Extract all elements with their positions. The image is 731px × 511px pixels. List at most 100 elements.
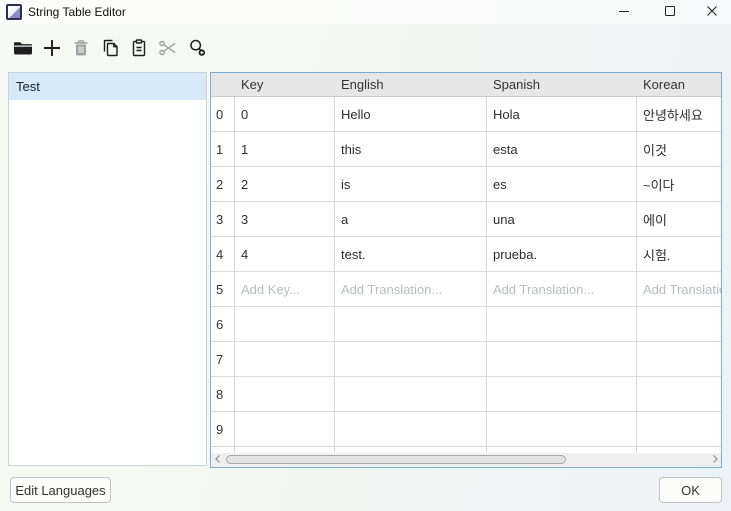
table-cell[interactable]: es [487,167,637,201]
close-icon [706,4,718,22]
string-table: KeyEnglishSpanishKorean 00HelloHola안녕하세요… [210,72,722,468]
table-cell[interactable]: this [335,132,487,166]
table-cell[interactable]: 에이 [637,202,722,236]
table-cell[interactable] [487,342,637,376]
table-cell[interactable]: una [487,202,637,236]
plus-icon [42,38,62,58]
scroll-right-button[interactable] [708,453,721,467]
table-row: 7 [211,342,722,377]
row-header[interactable]: 1 [211,132,235,166]
row-header[interactable]: 7 [211,342,235,376]
table-cell[interactable] [235,377,335,411]
table-cell[interactable] [487,412,637,446]
table-cell[interactable] [637,307,722,341]
table-cell[interactable]: 이것 [637,132,722,166]
paste-button[interactable] [129,36,149,60]
row-header[interactable]: 0 [211,97,235,131]
table-cell[interactable]: ~이다 [637,167,722,201]
table-cell[interactable] [487,307,637,341]
maximize-icon [664,4,676,22]
table-cell[interactable]: a [335,202,487,236]
row-header[interactable]: 5 [211,272,235,306]
table-row: 22ises~이다 [211,167,722,202]
table-cell[interactable] [235,307,335,341]
delete-button[interactable] [71,36,91,60]
ok-button[interactable]: OK [659,477,722,503]
table-cell[interactable]: prueba. [487,237,637,271]
table-row: 9 [211,412,722,447]
open-button[interactable] [13,36,33,60]
table-row: 44test.prueba.시험. [211,237,722,272]
copy-icon [100,38,120,58]
table-cell[interactable]: 3 [235,202,335,236]
table-row: 33auna에이 [211,202,722,237]
table-cell[interactable]: 1 [235,132,335,166]
edit-languages-label: Edit Languages [15,483,105,498]
table-row: 5Add Key...Add Translation...Add Transla… [211,272,722,307]
table-cell[interactable]: is [335,167,487,201]
table-cell[interactable] [235,412,335,446]
window-title: String Table Editor [28,5,126,19]
paste-icon [129,38,149,58]
scissors-icon [158,38,178,58]
row-header[interactable]: 3 [211,202,235,236]
table-cell[interactable] [637,377,722,411]
scrollbar-thumb[interactable] [226,455,566,464]
edit-languages-button[interactable]: Edit Languages [10,477,111,503]
maximize-button[interactable] [647,0,693,26]
table-cell[interactable]: Add Translation... [487,272,637,306]
row-header[interactable]: 2 [211,167,235,201]
table-cell[interactable]: Add Key... [235,272,335,306]
add-button[interactable] [42,36,62,60]
table-cell[interactable] [335,342,487,376]
table-body: 00HelloHola안녕하세요11thisesta이것22ises~이다33a… [211,97,722,468]
folder-icon [13,38,33,58]
row-header[interactable]: 9 [211,412,235,446]
find-add-button[interactable] [187,36,207,60]
table-cell[interactable] [637,342,722,376]
copy-button[interactable] [100,36,120,60]
table-header-row: KeyEnglishSpanishKorean [211,73,722,97]
search-add-icon [187,38,207,58]
string-table-list: Test [8,72,207,466]
table-row: 00HelloHola안녕하세요 [211,97,722,132]
table-cell[interactable] [487,377,637,411]
app-icon [6,4,22,20]
list-item-label: Test [16,79,40,94]
scrollbar-track[interactable] [224,453,708,467]
column-header-english[interactable]: English [335,73,487,96]
table-cell[interactable]: 시험. [637,237,722,271]
table-cell[interactable] [335,412,487,446]
table-cell[interactable]: 4 [235,237,335,271]
row-header[interactable]: 8 [211,377,235,411]
table-corner-cell[interactable] [211,73,235,96]
minimize-button[interactable] [601,0,647,26]
table-cell[interactable]: 2 [235,167,335,201]
column-header-key[interactable]: Key [235,73,335,96]
table-cell[interactable]: Hola [487,97,637,131]
cut-button[interactable] [158,36,178,60]
column-header-spanish[interactable]: Spanish [487,73,637,96]
close-button[interactable] [693,0,731,26]
table-cell[interactable]: Add Translation... [637,272,722,306]
horizontal-scrollbar[interactable] [211,453,721,467]
table-cell[interactable]: Hello [335,97,487,131]
table-cell[interactable]: esta [487,132,637,166]
table-cell[interactable] [335,377,487,411]
table-cell[interactable]: Add Translation... [335,272,487,306]
ok-label: OK [681,483,700,498]
table-cell[interactable] [235,342,335,376]
column-header-korean[interactable]: Korean [637,73,722,96]
row-header[interactable]: 6 [211,307,235,341]
string-table-list-item-test[interactable]: Test [9,73,206,100]
table-cell[interactable] [335,307,487,341]
table-cell[interactable]: test. [335,237,487,271]
scroll-left-button[interactable] [211,453,224,467]
table-cell[interactable] [637,412,722,446]
table-cell[interactable]: 0 [235,97,335,131]
row-header[interactable]: 4 [211,237,235,271]
string-table-editor-window: String Table Editor [0,0,731,511]
trash-icon [71,38,91,58]
chevron-right-icon [711,451,719,468]
table-cell[interactable]: 안녕하세요 [637,97,722,131]
